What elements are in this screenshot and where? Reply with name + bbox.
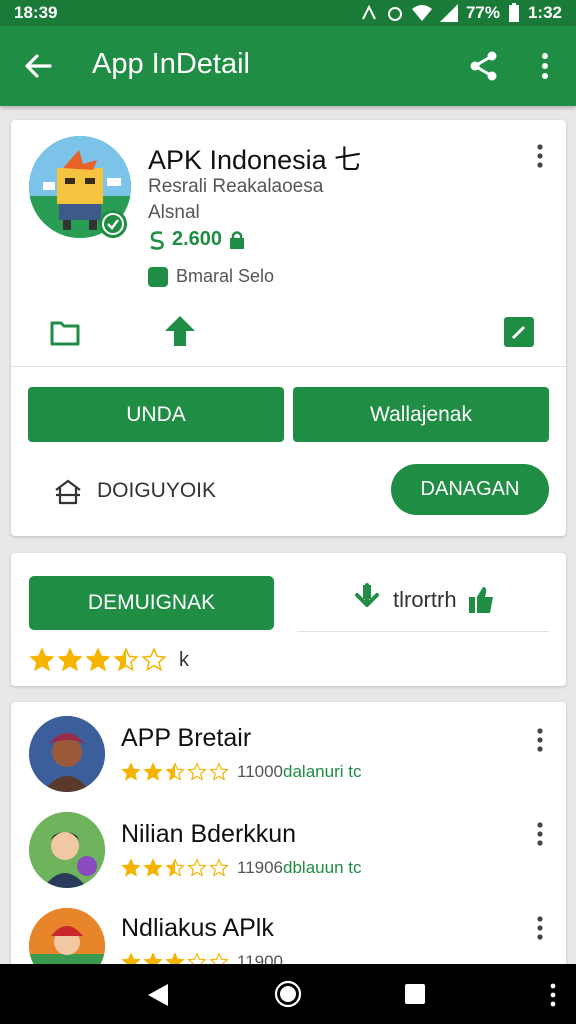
- system-nav-bar: [0, 964, 576, 1024]
- back-arrow-icon[interactable]: [22, 50, 54, 82]
- thumb-up-icon: [468, 587, 493, 613]
- currency-icon: [150, 230, 164, 250]
- star-icon: [85, 647, 111, 672]
- avatar[interactable]: [29, 716, 105, 792]
- star-icon: [165, 858, 185, 877]
- card1-divider: [11, 366, 566, 367]
- page-title: App InDetail: [92, 48, 250, 80]
- nav-more-icon[interactable]: [548, 982, 558, 1008]
- list-item-rating: 11000 dalanuri tc: [121, 762, 361, 782]
- more-vert-icon[interactable]: [534, 50, 556, 82]
- pill-button[interactable]: DANAGAN: [391, 464, 549, 515]
- rating-stars: [29, 647, 167, 673]
- secondary-button[interactable]: Wallajenak: [293, 387, 549, 442]
- star-icon: [113, 647, 139, 672]
- status-time: 18:39: [14, 3, 58, 22]
- star-icon: [187, 762, 207, 781]
- list-item-title[interactable]: APP Bretair: [121, 724, 251, 753]
- verified-check-icon: [99, 210, 127, 238]
- battery-percent: 77%: [465, 3, 500, 22]
- star-icon: [209, 858, 229, 877]
- related-apps-card: APP Bretair 11000 dalanuri tc Nilian Bder…: [11, 702, 566, 984]
- app-bar: App InDetail: [0, 26, 576, 106]
- alarm-icon: [387, 7, 402, 21]
- app-detail-card: APK Indonesia 七 Resrali Reakalaoesa Alsn…: [11, 120, 566, 536]
- action-card: DEMUIGNAK tlrortrh k: [11, 553, 566, 686]
- card2-rating: k: [29, 647, 189, 673]
- star-icon: [143, 858, 163, 877]
- card2-button[interactable]: DEMUIGNAK: [29, 576, 274, 630]
- star-icon: [187, 858, 207, 877]
- badge-icon: [148, 266, 168, 287]
- star-icon: [57, 647, 83, 672]
- star-icon: [165, 762, 185, 781]
- star-icon: [121, 762, 141, 781]
- status-icons: 77% 1:32: [360, 3, 562, 23]
- card2-link-text: tlrortrh: [393, 587, 457, 612]
- battery-icon: [508, 3, 519, 22]
- app-developer[interactable]: Resrali Reakalaoesa: [148, 176, 323, 198]
- list-item-more-icon[interactable]: [531, 914, 549, 942]
- app-badge: Bmaral Selo: [176, 266, 275, 286]
- nfc-icon: [362, 4, 376, 20]
- status-bar: 18:39 77% 1:32: [0, 0, 576, 26]
- nav-recents-icon[interactable]: [404, 983, 426, 1005]
- list-item-count: 11000: [237, 762, 284, 781]
- star-icon: [143, 762, 163, 781]
- app-price: 2.600: [172, 228, 223, 250]
- list-item-stars: [121, 762, 229, 782]
- app-name: APK Indonesia 七: [148, 145, 362, 175]
- avatar-illustration: [29, 716, 105, 792]
- list-item-rating: 11906 dblauun tc: [121, 858, 361, 878]
- lock-icon: [230, 230, 245, 249]
- list-item-count: 11906: [237, 858, 284, 877]
- status-clock: 1:32: [527, 3, 562, 22]
- nav-home-icon[interactable]: [274, 980, 302, 1008]
- rating-suffix: k: [179, 648, 189, 671]
- app-category: Alsnal: [148, 202, 200, 223]
- star-icon: [141, 647, 167, 672]
- list-item-label: dblauun tc: [283, 858, 362, 877]
- list-item-label: dalanuri tc: [283, 762, 362, 781]
- star-icon: [29, 647, 55, 672]
- edit-icon[interactable]: [503, 316, 535, 348]
- wifi-icon: [411, 5, 432, 21]
- list-item-more-icon[interactable]: [531, 726, 549, 754]
- arrow-up-icon[interactable]: [163, 314, 197, 348]
- avatar[interactable]: [29, 812, 105, 888]
- star-icon: [209, 762, 229, 781]
- info-text: DOIGUYOIK: [97, 479, 217, 502]
- download-icon: [355, 583, 379, 607]
- list-item-stars: [121, 858, 229, 878]
- card-more-icon[interactable]: [531, 142, 549, 170]
- avatar-illustration: [29, 812, 105, 888]
- card2-link[interactable]: tlrortrh: [351, 583, 495, 617]
- signal-icon: [439, 4, 458, 22]
- list-item-title[interactable]: Nilian Bderkkun: [121, 820, 296, 849]
- app-badge-row: Bmaral Selo: [148, 266, 274, 287]
- folder-icon[interactable]: [49, 316, 81, 348]
- star-icon: [121, 858, 141, 877]
- list-item-title[interactable]: Ndliakus APlk: [121, 914, 274, 943]
- home-icon: [55, 479, 81, 505]
- card2-divider: [297, 631, 549, 632]
- primary-button[interactable]: UNDA: [28, 387, 284, 442]
- share-icon[interactable]: [468, 50, 500, 82]
- list-item-more-icon[interactable]: [531, 820, 549, 848]
- app-price-row: 2.600: [148, 228, 246, 251]
- nav-back-icon[interactable]: [146, 982, 170, 1008]
